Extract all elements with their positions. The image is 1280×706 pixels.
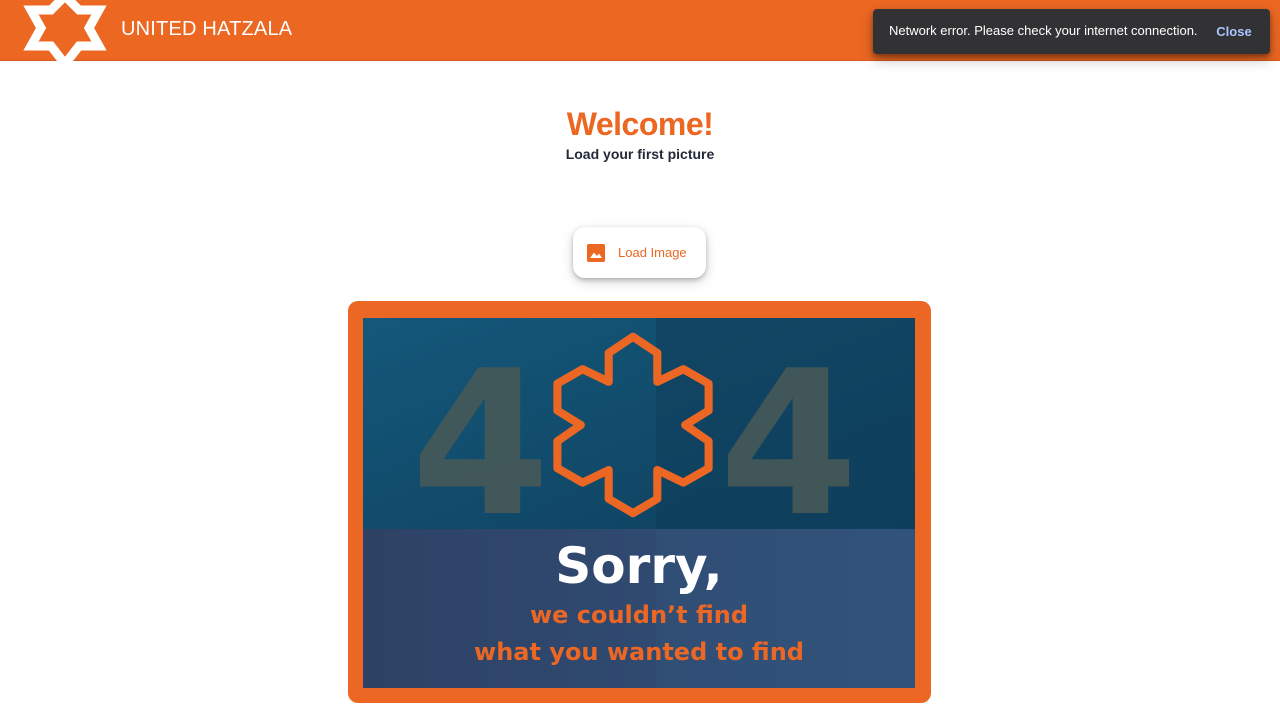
faded-digit-left: 4 xyxy=(411,328,550,561)
image-icon xyxy=(586,243,606,263)
sorry-headline: Sorry, xyxy=(555,537,722,595)
network-error-snackbar: Network error. Please check your interne… xyxy=(873,9,1270,54)
not-found-image: 4 4 Sorry, we couldn’t find what you wan… xyxy=(363,318,915,688)
faded-digit-right: 4 xyxy=(719,328,858,561)
page-subtitle: Load your first picture xyxy=(565,146,715,162)
error-line-2: what you wanted to find xyxy=(474,638,804,666)
app-brand: UNITED HATZALA xyxy=(121,18,293,40)
page-title: Welcome! xyxy=(566,106,714,142)
snackbar-close-button[interactable]: Close xyxy=(1208,17,1260,46)
snackbar-message: Network error. Please check your interne… xyxy=(889,23,1198,38)
load-image-button[interactable]: Load Image xyxy=(573,227,706,278)
hatzala-logo-icon[interactable] xyxy=(16,0,114,64)
load-image-label: Load Image xyxy=(618,245,687,260)
image-preview-frame: 4 4 Sorry, we couldn’t find what you wan… xyxy=(348,301,931,703)
error-line-1: we couldn’t find xyxy=(530,601,748,629)
